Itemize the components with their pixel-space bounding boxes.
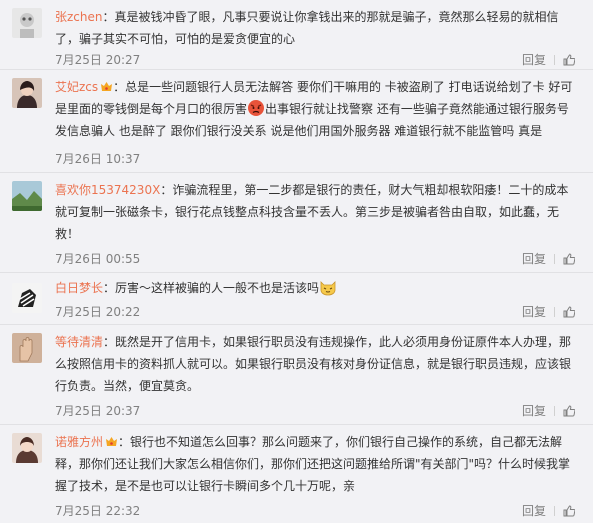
comment-body: 白日梦长：厉害～这样被骗的人一般不也是活该吗 <box>55 277 575 299</box>
comment-text-block: 张zchen：真是被钱冲昏了眼，凡事只要说让你拿钱出来的那就是骗子，竟然那么轻易… <box>55 6 575 50</box>
comment-actions: 回复 <box>522 502 575 520</box>
comment-list: 张zchen：真是被钱冲昏了眼，凡事只要说让你拿钱出来的那就是骗子，竟然那么轻易… <box>0 0 593 523</box>
divider <box>554 55 555 65</box>
comment-meta: 7月26日 00:55 回复 <box>55 250 575 268</box>
comment-text-block: 诺雅方州 ：银行也不知道怎么回事？那么问题来了，你们银行自己操作的系统，自己都无法… <box>55 431 575 497</box>
colon: ： <box>118 435 131 449</box>
comment-body: 等待清清：既然是开了信用卡，如果银行职员没有违规操作，此人必须用身份证原件本人办… <box>55 331 575 397</box>
cat-emoji-icon <box>320 281 336 296</box>
comment-time: 7月25日 22:32 <box>55 504 141 518</box>
comment-actions: 回复 <box>522 402 575 420</box>
thumbs-up-icon[interactable] <box>563 54 575 66</box>
hand-avatar-icon <box>12 333 42 363</box>
robot-avatar-icon <box>12 8 42 38</box>
comment-meta: 7月25日 20:22 回复 <box>55 303 575 321</box>
comment-text: 厉害～这样被骗的人一般不也是活该吗 <box>115 281 320 295</box>
divider <box>554 506 555 516</box>
thumbs-up-icon[interactable] <box>563 306 575 318</box>
vip-badge-icon[interactable] <box>105 436 118 447</box>
user-avatar[interactable] <box>12 78 42 108</box>
divider <box>554 254 555 264</box>
woman-avatar-icon <box>12 78 42 108</box>
reply-button[interactable]: 回复 <box>522 504 546 518</box>
comment-time: 7月26日 00:55 <box>55 252 141 266</box>
reply-button[interactable]: 回复 <box>522 252 546 266</box>
comment-meta: 7月25日 22:32 回复 <box>55 502 575 520</box>
username-link[interactable]: 等待清清 <box>55 335 103 349</box>
comment-time: 7月25日 20:22 <box>55 305 141 319</box>
username-link[interactable]: 张zchen <box>55 10 103 24</box>
comment-text: 既然是开了信用卡，如果银行职员没有违规操作，此人必须用身份证原件本人办理，那么按… <box>55 335 572 393</box>
comment-body: 喜欢你15374230X：诈骗流程里，第一二步都是银行的责任，财大气粗却根软阳痿… <box>55 179 575 245</box>
girl-avatar-icon <box>12 433 42 463</box>
angry-emoji-icon <box>248 100 265 116</box>
colon: ： <box>103 281 116 295</box>
divider <box>554 307 555 317</box>
comment-actions: 回复 <box>522 303 575 321</box>
comment-text-block: 喜欢你15374230X：诈骗流程里，第一二步都是银行的责任，财大气粗却根软阳痿… <box>55 179 575 245</box>
thumbs-up-icon[interactable] <box>563 405 575 417</box>
colon: ： <box>160 183 173 197</box>
user-avatar[interactable] <box>12 333 42 363</box>
comment-text-block: 艾妃zcs ：总是一些问题银行人员无法解答 要你们干嘛用的 卡被盗刷了 打电话说给… <box>55 76 575 142</box>
comment-time: 7月25日 20:37 <box>55 404 141 418</box>
landscape-avatar-icon <box>12 181 42 211</box>
colon: ： <box>103 335 116 349</box>
comment-item: 张zchen：真是被钱冲昏了眼，凡事只要说让你拿钱出来的那就是骗子，竟然那么轻易… <box>0 0 593 70</box>
comment-actions: 回复 <box>522 51 575 69</box>
reply-button[interactable]: 回复 <box>522 53 546 67</box>
user-avatar[interactable] <box>12 8 42 38</box>
comment-time: 7月25日 20:27 <box>55 53 141 67</box>
vip-badge-icon[interactable] <box>100 81 113 92</box>
user-avatar[interactable] <box>12 283 42 313</box>
username-link[interactable]: 诺雅方州 <box>55 435 103 449</box>
colon: ： <box>113 80 126 94</box>
comment-item: 艾妃zcs ：总是一些问题银行人员无法解答 要你们干嘛用的 卡被盗刷了 打电话说给… <box>0 70 593 173</box>
thumbs-up-icon[interactable] <box>563 505 575 517</box>
comment-meta: 7月26日 10:37 <box>55 150 575 168</box>
comment-text-block: 等待清清：既然是开了信用卡，如果银行职员没有违规操作，此人必须用身份证原件本人办… <box>55 331 575 397</box>
comment-text-block: 白日梦长：厉害～这样被骗的人一般不也是活该吗 <box>55 277 575 299</box>
divider <box>554 406 555 416</box>
comment-item: 等待清清：既然是开了信用卡，如果银行职员没有违规操作，此人必须用身份证原件本人办… <box>0 325 593 425</box>
comment-item: 喜欢你15374230X：诈骗流程里，第一二步都是银行的责任，财大气粗却根软阳痿… <box>0 173 593 273</box>
comment-time: 7月26日 10:37 <box>55 152 141 166</box>
comment-meta: 7月25日 20:37 回复 <box>55 402 575 420</box>
thumbs-up-icon[interactable] <box>563 253 575 265</box>
colon: ： <box>102 10 115 24</box>
comment-actions: 回复 <box>522 250 575 268</box>
comment-text: 银行也不知道怎么回事？那么问题来了，你们银行自己操作的系统，自己都无法解释，那你… <box>55 435 571 493</box>
username-link[interactable]: 艾妃zcs <box>55 80 98 94</box>
user-avatar[interactable] <box>12 433 42 463</box>
username-link[interactable]: 白日梦长 <box>55 281 103 295</box>
comment-body: 张zchen：真是被钱冲昏了眼，凡事只要说让你拿钱出来的那就是骗子，竟然那么轻易… <box>55 6 575 50</box>
comment-body: 艾妃zcs ：总是一些问题银行人员无法解答 要你们干嘛用的 卡被盗刷了 打电话说给… <box>55 76 575 142</box>
comment-body: 诺雅方州 ：银行也不知道怎么回事？那么问题来了，你们银行自己操作的系统，自己都无法… <box>55 431 575 497</box>
reply-button[interactable]: 回复 <box>522 305 546 319</box>
comment-item: 白日梦长：厉害～这样被骗的人一般不也是活该吗 7月25日 20:22 回复 <box>0 273 593 325</box>
zebra-avatar-icon <box>12 283 42 313</box>
user-avatar[interactable] <box>12 181 42 211</box>
comment-text: 真是被钱冲昏了眼，凡事只要说让你拿钱出来的那就是骗子，竟然那么轻易的就相信了，骗… <box>55 10 559 46</box>
username-link[interactable]: 喜欢你15374230X <box>55 183 160 197</box>
comment-item: 诺雅方州 ：银行也不知道怎么回事？那么问题来了，你们银行自己操作的系统，自己都无法… <box>0 425 593 523</box>
comment-meta: 7月25日 20:27 回复 <box>55 51 575 69</box>
reply-button[interactable]: 回复 <box>522 404 546 418</box>
